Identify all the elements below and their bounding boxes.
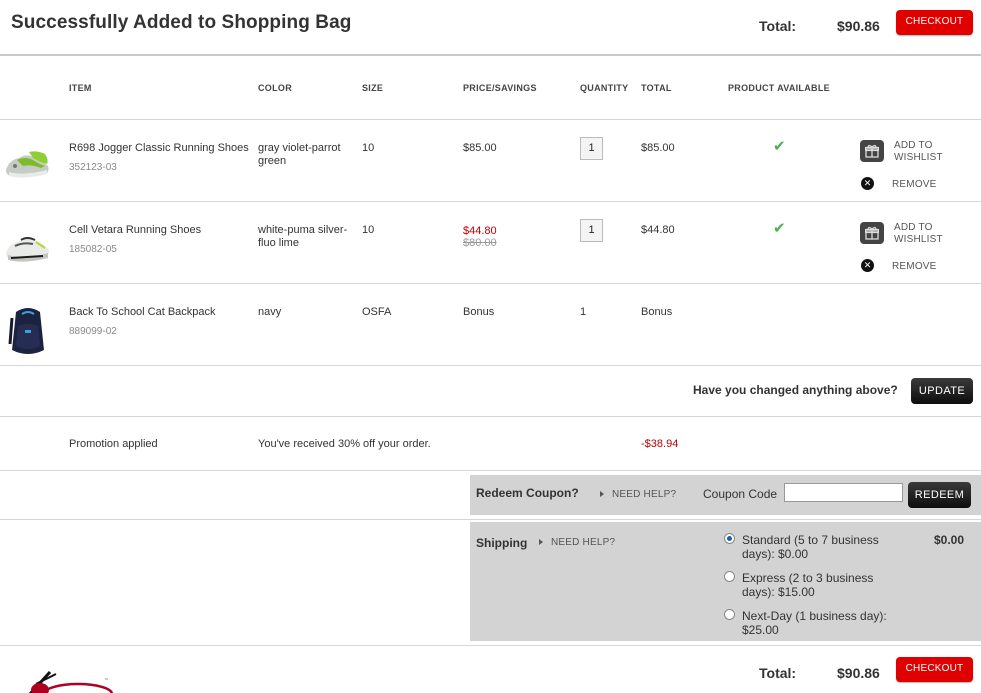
item-size: 10: [362, 142, 375, 154]
coupon-title: Redeem Coupon?: [476, 486, 579, 500]
coupon-code-input[interactable]: [784, 483, 903, 502]
item-color: white-puma silver-fluo lime: [258, 224, 348, 249]
promotion-label: Promotion applied: [69, 438, 158, 450]
col-header-quantity: QUANTITY: [580, 83, 629, 93]
shipping-radio-next-day[interactable]: [724, 609, 735, 620]
shipping-option-express[interactable]: Express (2 to 3 business days): $15.00: [742, 571, 873, 599]
update-button[interactable]: UPDATE: [911, 378, 973, 404]
item-size: OSFA: [362, 306, 392, 318]
remove-link[interactable]: REMOVE: [892, 179, 937, 190]
promotion-message: You've received 30% off your order.: [258, 438, 431, 450]
col-header-price: PRICE/SAVINGS: [463, 83, 537, 93]
item-price: Bonus: [463, 306, 495, 318]
navy-backpack-image[interactable]: [8, 304, 48, 361]
quantity-input[interactable]: 1: [580, 219, 603, 242]
item-price: $85.00: [463, 142, 497, 154]
col-header-total: TOTAL: [641, 83, 672, 93]
svg-text:™: ™: [104, 678, 109, 684]
item-total: $85.00: [641, 142, 675, 154]
item-original-price: $80.00: [463, 237, 497, 249]
update-question: Have you changed anything above?: [693, 383, 898, 397]
add-to-wishlist-link[interactable]: ADD TO WISHLIST: [894, 140, 954, 164]
item-name[interactable]: Back To School Cat Backpack: [69, 306, 216, 319]
gift-icon[interactable]: [860, 140, 884, 162]
row-divider: [0, 416, 981, 417]
row-divider: [0, 201, 981, 202]
row-divider: [0, 365, 981, 366]
col-header-size: SIZE: [362, 83, 384, 93]
row-divider: [0, 519, 981, 520]
item-name[interactable]: Cell Vetara Running Shoes: [69, 224, 201, 237]
header-total-value: $90.86: [837, 18, 880, 34]
promotion-amount: -$38.94: [641, 438, 679, 450]
item-total: $44.80: [641, 224, 675, 236]
coupon-need-help-link[interactable]: NEED HELP?: [612, 489, 676, 500]
shipping-cost: $0.00: [934, 533, 965, 547]
triangle-right-icon: [600, 491, 604, 497]
page-title: Successfully Added to Shopping Bag: [11, 12, 352, 33]
remove-link[interactable]: REMOVE: [892, 261, 937, 272]
footer-total-value: $90.86: [837, 665, 880, 681]
row-divider: [0, 283, 981, 284]
item-name[interactable]: R698 Jogger Classic Running Shoes: [69, 142, 249, 155]
redeem-button[interactable]: REDEEM: [908, 482, 971, 508]
row-divider: [0, 470, 981, 471]
triangle-right-icon: [539, 539, 543, 545]
shipping-option-text: $25.00: [742, 623, 779, 637]
shipping-radio-standard[interactable]: [724, 533, 735, 544]
shipping-option-standard[interactable]: Standard (5 to 7 business days): $0.00: [742, 533, 879, 561]
item-sku: 889099-02: [69, 326, 117, 337]
header-checkout-button[interactable]: CHECKOUT: [896, 10, 973, 35]
shipping-option-text: days): $0.00: [742, 547, 809, 561]
remove-x-icon[interactable]: ✕: [861, 259, 874, 272]
footer-total-label: Total:: [759, 665, 797, 681]
item-total: Bonus: [641, 306, 673, 318]
gift-icon[interactable]: [860, 222, 884, 244]
white-silver-running-shoe-image[interactable]: [3, 222, 51, 273]
item-color: navy: [258, 306, 282, 318]
shipping-option-text: days): $15.00: [742, 585, 815, 599]
remove-x-icon[interactable]: ✕: [861, 177, 874, 190]
shipping-option-text: Express (2 to 3 business: [742, 571, 874, 585]
shipping-title: Shipping: [476, 536, 528, 550]
shipping-option-next-day[interactable]: Next-Day (1 business day): $25.00: [742, 609, 887, 637]
header-divider: [0, 54, 981, 56]
col-header-color: COLOR: [258, 83, 292, 93]
col-header-available: PRODUCT AVAILABLE: [728, 83, 830, 93]
brand-logo: ™: [0, 668, 120, 693]
table-divider: [0, 119, 981, 120]
item-sku: 185082-05: [69, 244, 117, 255]
add-to-wishlist-link[interactable]: ADD TO WISHLIST: [894, 222, 954, 246]
shipping-need-help-link[interactable]: NEED HELP?: [551, 537, 615, 548]
footer-checkout-button[interactable]: CHECKOUT: [896, 657, 973, 682]
item-sku: 352123-03: [69, 162, 117, 173]
quantity-input[interactable]: 1: [580, 137, 603, 160]
shipping-option-text: Standard (5 to 7 business: [742, 533, 879, 547]
item-size: 10: [362, 224, 375, 236]
shipping-option-text: Next-Day (1 business day):: [742, 609, 887, 623]
green-gray-running-shoe-image[interactable]: [3, 140, 51, 191]
available-check-icon: ✔: [773, 220, 786, 237]
shipping-radio-express[interactable]: [724, 571, 735, 582]
available-check-icon: ✔: [773, 138, 786, 155]
item-quantity: 1: [580, 306, 587, 318]
item-color: gray violet-parrot green: [258, 142, 341, 167]
coupon-code-label: Coupon Code: [703, 487, 778, 501]
col-header-item: ITEM: [69, 83, 92, 93]
row-divider: [0, 645, 981, 646]
header-total-label: Total:: [759, 18, 797, 34]
